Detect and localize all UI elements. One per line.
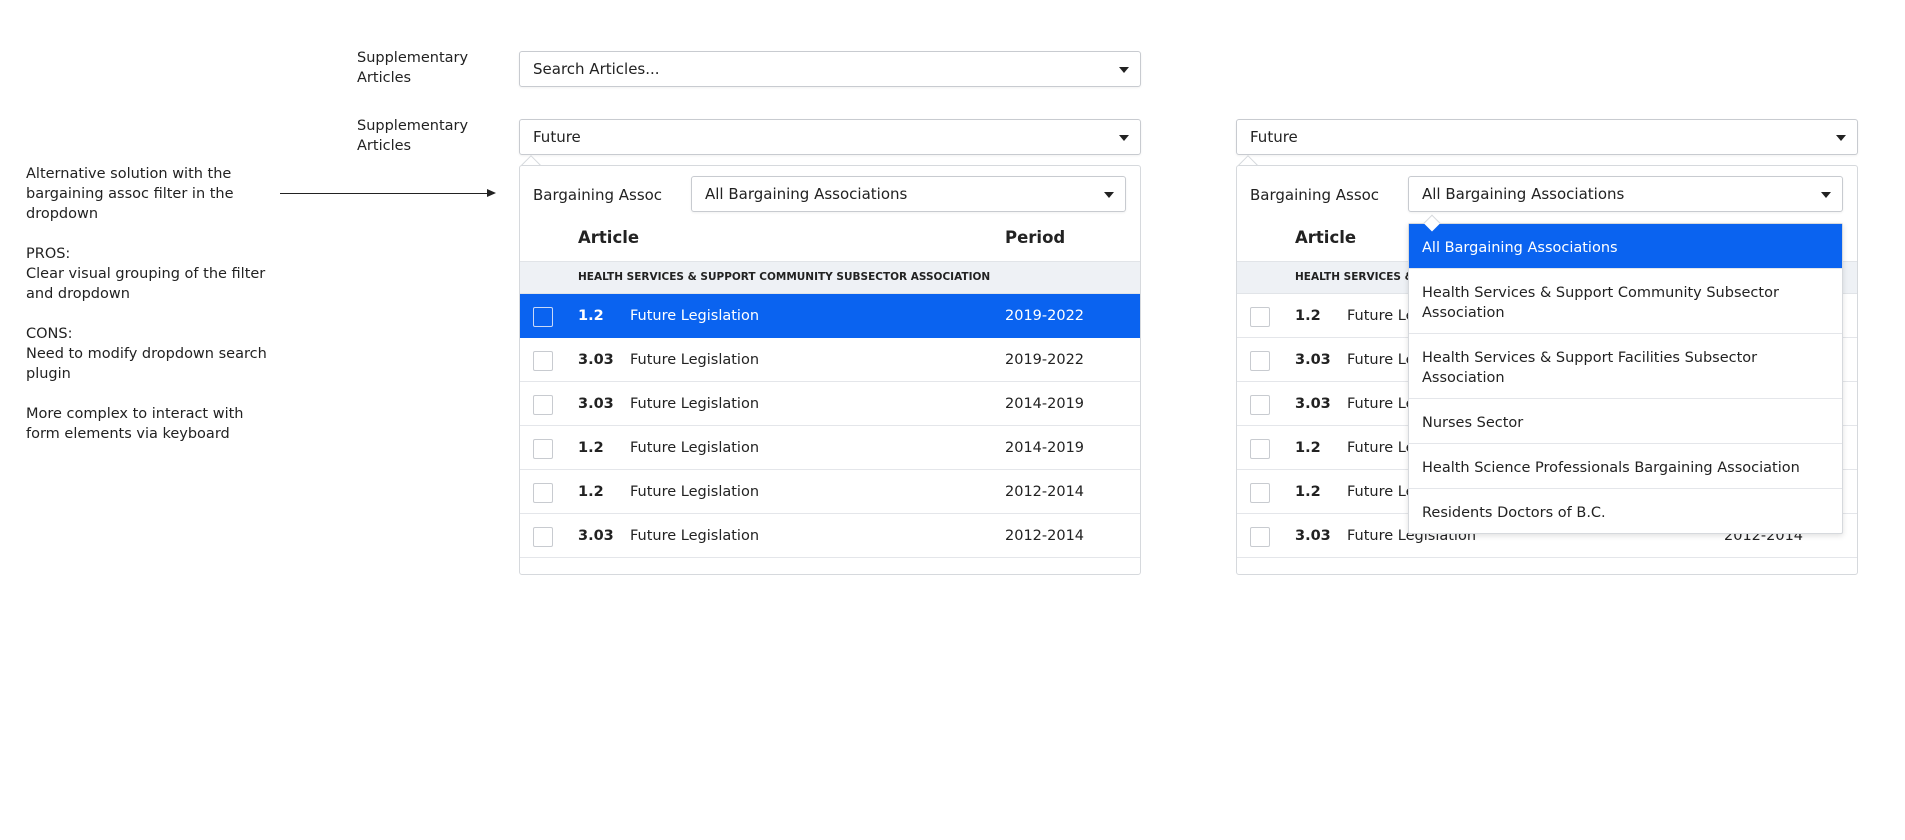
column-header-period: Period: [1005, 228, 1066, 247]
bargaining-assoc-options: All Bargaining Associations Health Servi…: [1408, 223, 1843, 534]
option-hss-community[interactable]: Health Services & Support Community Subs…: [1409, 269, 1842, 334]
table-row[interactable]: 3.03 Future Legislation 2019-2022: [520, 338, 1140, 382]
bargaining-assoc-select[interactable]: All Bargaining Associations: [691, 176, 1126, 212]
article-number: 3.03: [578, 352, 614, 368]
option-residents-doctors[interactable]: Residents Doctors of B.C.: [1409, 489, 1842, 533]
caret-down-icon: [1821, 192, 1831, 198]
articles-panel-right: Bargaining Assoc All Bargaining Associat…: [1236, 165, 1858, 575]
caret-down-icon: [1836, 135, 1846, 141]
article-period: 2012-2014: [1005, 484, 1085, 500]
row-checkbox[interactable]: [1250, 527, 1270, 547]
caret-down-icon: [1119, 135, 1129, 141]
row-checkbox[interactable]: [533, 307, 553, 327]
group-header: HEALTH SERVICES & SUPPORT COMMUNITY SUBS…: [520, 261, 1140, 294]
caret-down-icon: [1104, 192, 1114, 198]
article-number: 3.03: [1295, 352, 1331, 368]
notes-pros-title: PROS:: [26, 246, 71, 262]
article-title: Future Le: [1347, 308, 1415, 324]
article-title: Future Legislation: [630, 528, 760, 544]
article-title: Future Le: [1347, 352, 1415, 368]
article-number: 1.2: [1295, 440, 1321, 456]
future-select-right[interactable]: Future: [1236, 119, 1858, 155]
article-number: 1.2: [1295, 308, 1321, 324]
article-title: Future Legislation: [630, 352, 760, 368]
article-title: Future Legislation: [630, 308, 760, 324]
article-title: Future Le: [1347, 396, 1415, 412]
column-header-article: Article: [1295, 228, 1357, 247]
row-checkbox[interactable]: [533, 351, 553, 371]
search-articles-placeholder: Search Articles...: [533, 60, 660, 78]
notes-cons-2: More complex to interact with form eleme…: [26, 406, 244, 442]
notes-cons-text-1: Need to modify dropdown search plugin: [26, 346, 267, 382]
table-row[interactable]: 3.03 Future Legislation 2014-2019: [520, 382, 1140, 426]
row-checkbox[interactable]: [1250, 483, 1270, 503]
table-row[interactable]: 3.03 Future Legislation 2012-2014: [520, 514, 1140, 558]
article-number: 3.03: [578, 396, 614, 412]
option-hss-facilities[interactable]: Health Services & Support Facilities Sub…: [1409, 334, 1842, 399]
bargaining-assoc-value: All Bargaining Associations: [705, 185, 908, 203]
article-title: Future Legislation: [630, 396, 760, 412]
row-checkbox[interactable]: [1250, 395, 1270, 415]
article-number: 3.03: [1295, 396, 1331, 412]
row-checkbox[interactable]: [533, 483, 553, 503]
caret-down-icon: [1119, 67, 1129, 73]
article-period: 2014-2019: [1005, 396, 1085, 412]
bargaining-assoc-value: All Bargaining Associations: [1422, 185, 1625, 203]
option-nurses-sector[interactable]: Nurses Sector: [1409, 399, 1842, 444]
row-checkbox[interactable]: [1250, 307, 1270, 327]
row-checkbox[interactable]: [1250, 351, 1270, 371]
bargaining-assoc-label: Bargaining Assoc: [1250, 186, 1380, 204]
notes-intro: Alternative solution with the bargaining…: [26, 166, 234, 222]
article-title: Future Legislation: [630, 440, 760, 456]
articles-panel-left: Bargaining Assoc All Bargaining Associat…: [519, 165, 1141, 575]
article-title: Future Le: [1347, 440, 1415, 456]
supplementary-label-2: Supplementary Articles: [357, 118, 469, 154]
bargaining-assoc-label: Bargaining Assoc: [533, 186, 663, 204]
search-articles-select[interactable]: Search Articles...: [519, 51, 1141, 87]
notes-pros: PROS: Clear visual grouping of the filte…: [26, 244, 276, 304]
article-period: 2019-2022: [1005, 352, 1085, 368]
notes-pros-text: Clear visual grouping of the filter and …: [26, 266, 266, 302]
article-number: 3.03: [1295, 528, 1331, 544]
column-header-article: Article: [578, 228, 640, 247]
article-number: 1.2: [578, 484, 604, 500]
bargaining-assoc-select-open[interactable]: All Bargaining Associations: [1408, 176, 1843, 212]
row-checkbox[interactable]: [533, 439, 553, 459]
future-select-value: Future: [533, 128, 581, 146]
supplementary-label-1: Supplementary Articles: [357, 50, 469, 86]
article-number: 1.2: [578, 308, 604, 324]
table-row[interactable]: 1.2 Future Legislation 2014-2019: [520, 426, 1140, 470]
article-number: 1.2: [578, 440, 604, 456]
article-title: Future Le: [1347, 484, 1415, 500]
article-period: 2019-2022: [1005, 308, 1085, 324]
article-number: 1.2: [1295, 484, 1321, 500]
option-health-science-professionals[interactable]: Health Science Professionals Bargaining …: [1409, 444, 1842, 489]
design-notes: Alternative solution with the bargaining…: [26, 164, 276, 464]
table-row[interactable]: 1.2 Future Legislation 2019-2022: [520, 294, 1140, 338]
future-select-value: Future: [1250, 128, 1298, 146]
future-select[interactable]: Future: [519, 119, 1141, 155]
row-checkbox[interactable]: [533, 527, 553, 547]
notes-cons-title: CONS:: [26, 326, 73, 342]
article-number: 3.03: [578, 528, 614, 544]
row-checkbox[interactable]: [533, 395, 553, 415]
pointer-arrow: [280, 189, 496, 197]
notes-cons: CONS: Need to modify dropdown search plu…: [26, 324, 276, 384]
row-checkbox[interactable]: [1250, 439, 1270, 459]
article-period: 2012-2014: [1005, 528, 1085, 544]
table-row[interactable]: 1.2 Future Legislation 2012-2014: [520, 470, 1140, 514]
article-period: 2014-2019: [1005, 440, 1085, 456]
option-all-bargaining-associations[interactable]: All Bargaining Associations: [1409, 224, 1842, 269]
article-title: Future Legislation: [630, 484, 760, 500]
